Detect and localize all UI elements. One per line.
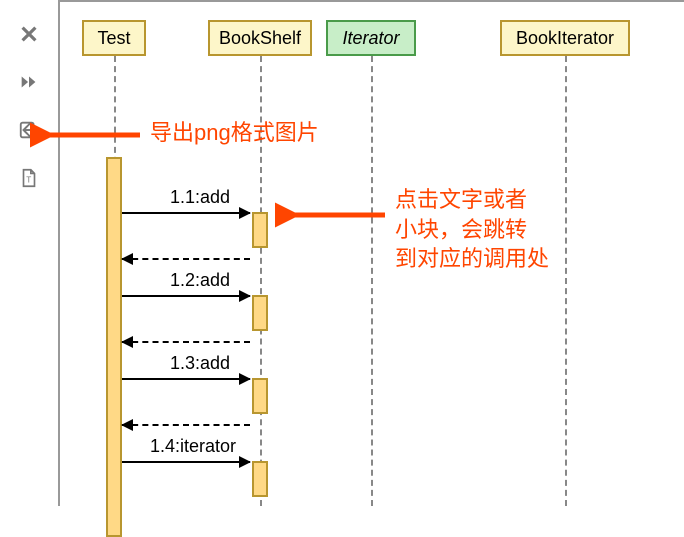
return-1-2[interactable] (122, 341, 250, 343)
lifeline-iterator[interactable]: Iterator (326, 20, 416, 56)
annotation-export-png: 导出png格式图片 (150, 118, 319, 148)
sequence-diagram: Test BookShelf Iterator BookIterator 1.1… (58, 0, 684, 506)
svg-text:T: T (26, 176, 31, 185)
message-1-4-iterator[interactable] (122, 461, 250, 463)
forward-button[interactable] (15, 68, 43, 96)
annotation-arrow-export (30, 120, 150, 150)
return-1-3[interactable] (122, 424, 250, 426)
close-icon (18, 23, 40, 45)
annotation-arrow-click (275, 200, 395, 230)
lifeline-bookiterator[interactable]: BookIterator (500, 20, 630, 56)
message-1-1-add-label[interactable]: 1.1:add (170, 187, 230, 208)
activation-bookshelf-3[interactable] (252, 378, 268, 414)
lifeline-iterator-line (371, 56, 373, 506)
lifeline-bookiterator-line (565, 56, 567, 506)
return-1-1[interactable] (122, 258, 250, 260)
activation-bookshelf-2[interactable] (252, 295, 268, 331)
toolbar: T (0, 0, 58, 192)
message-1-3-add[interactable] (122, 378, 250, 380)
activation-bookshelf-4[interactable] (252, 461, 268, 497)
message-1-1-add[interactable] (122, 212, 250, 214)
activation-test[interactable] (106, 157, 122, 537)
close-button[interactable] (15, 20, 43, 48)
annotation-line-2: 小块，会跳转 (395, 215, 549, 245)
message-1-4-iterator-label[interactable]: 1.4:iterator (150, 436, 236, 457)
annotation-click-hint: 点击文字或者 小块，会跳转 到对应的调用处 (395, 185, 549, 274)
text-file-button[interactable]: T (15, 164, 43, 192)
lifeline-test[interactable]: Test (82, 20, 146, 56)
message-1-3-add-label[interactable]: 1.3:add (170, 353, 230, 374)
text-file-icon: T (18, 167, 40, 189)
annotation-line-1: 点击文字或者 (395, 185, 549, 215)
activation-bookshelf-1[interactable] (252, 212, 268, 248)
fast-forward-icon (18, 71, 40, 93)
annotation-line-3: 到对应的调用处 (395, 244, 549, 274)
message-1-2-add-label[interactable]: 1.2:add (170, 270, 230, 291)
message-1-2-add[interactable] (122, 295, 250, 297)
lifeline-bookshelf[interactable]: BookShelf (208, 20, 312, 56)
